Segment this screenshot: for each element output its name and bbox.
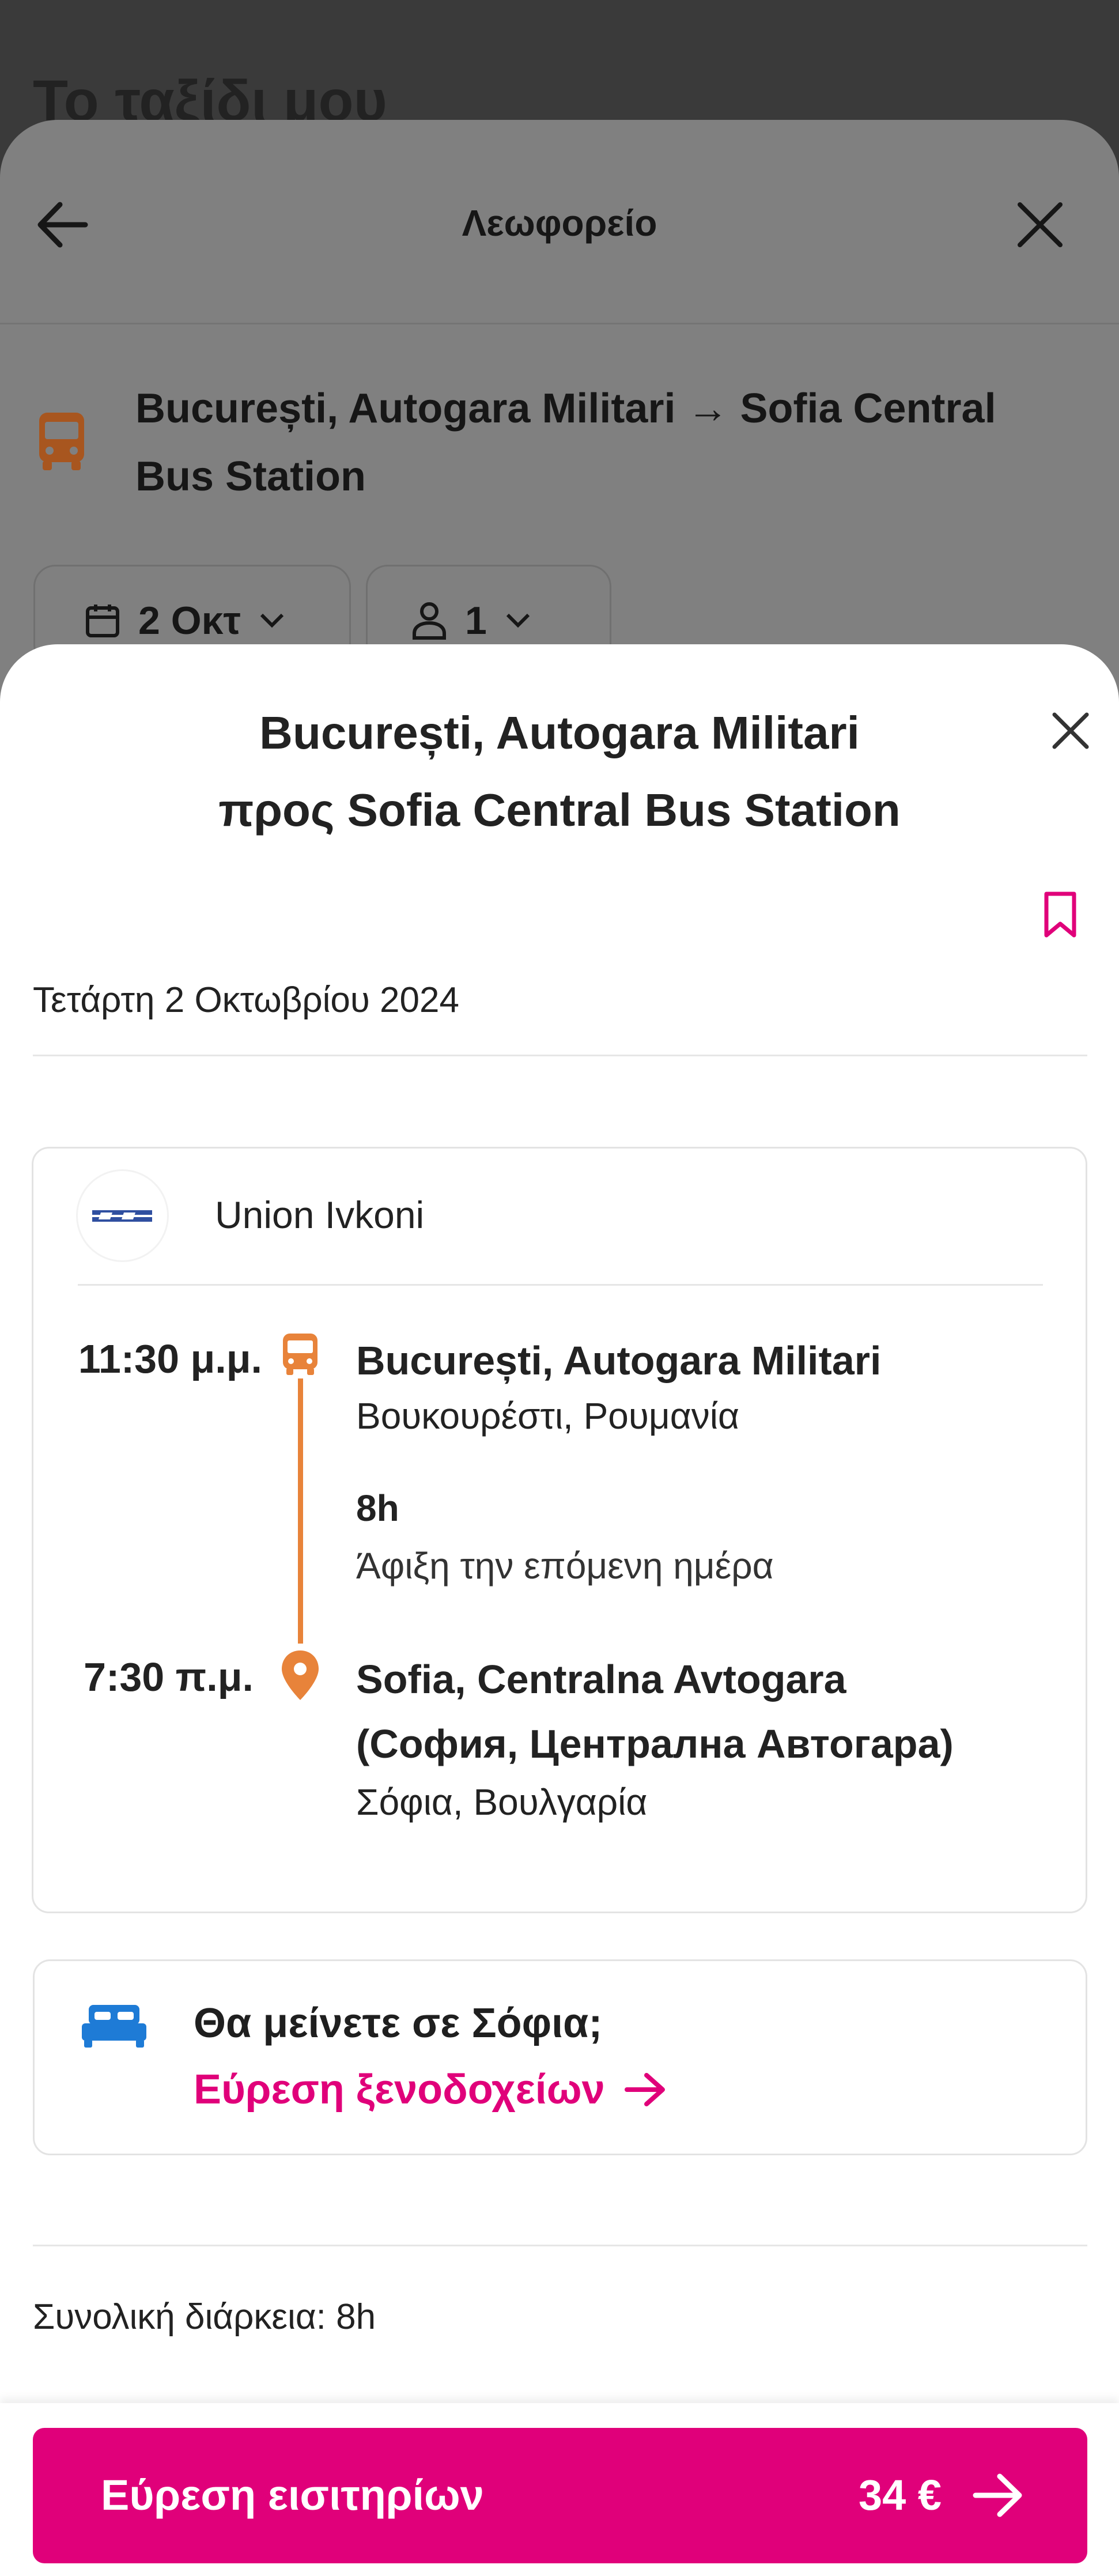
modal-title-line2: προς Sofia Central Bus Station (218, 784, 901, 836)
close-icon[interactable] (1014, 199, 1066, 251)
divider (0, 323, 1119, 324)
divider (78, 1284, 1043, 1286)
location-pin-icon (279, 1648, 322, 1702)
segment-duration: 8h (356, 1487, 399, 1529)
trip-date: Τετάρτη 2 Οκτωβρίου 2024 (33, 980, 459, 1020)
bus-icon (36, 409, 88, 473)
arrow-right-icon (971, 2469, 1026, 2521)
hotel-card[interactable] (33, 1959, 1087, 2155)
arrow-right-icon (624, 2073, 665, 2106)
total-duration: Συνολική διάρκεια: 8h (33, 2297, 376, 2337)
bed-icon (80, 2003, 149, 2049)
operator-logo (78, 1171, 167, 1260)
bus-icon (281, 1331, 320, 1377)
arrival-stop-line2: (София, Централна Автогара) (356, 1721, 954, 1766)
find-hotels-label: Εύρεση ξενοδοχείων (194, 2067, 605, 2113)
departure-city: Βουκουρέστι, Ρουμανία (356, 1395, 739, 1437)
timeline-line (298, 1378, 303, 1644)
person-icon (413, 602, 446, 640)
departure-time: 11:30 μ.μ. (78, 1336, 262, 1381)
arrival-city: Σόφια, Βουλγαρία (356, 1781, 648, 1823)
ticket-price: 34 € (859, 2471, 942, 2519)
find-tickets-label: Εύρεση εισιτηρίων (101, 2471, 484, 2519)
find-hotels-link[interactable]: Εύρεση ξενοδοχείων (194, 2066, 668, 2113)
arrival-stop-line1: Sofia, Centralna Avtogara (356, 1657, 846, 1702)
close-icon[interactable] (1049, 709, 1092, 753)
departure-stop: București, Autogara Militari (356, 1338, 882, 1383)
divider (33, 2245, 1087, 2246)
divider (33, 1055, 1087, 1056)
operator-name: Union Ivkoni (215, 1193, 425, 1236)
sheet-title: Λεωφορείο (462, 202, 657, 244)
chevron-down-icon (506, 613, 530, 628)
calendar-icon (86, 605, 119, 637)
bookmark-icon[interactable] (1042, 890, 1079, 939)
arrival-time: 7:30 π.μ. (84, 1655, 254, 1699)
hotel-question: Θα μείνετε σε Σόφια; (194, 2000, 603, 2046)
date-filter-value: 2 Οκτ (138, 599, 241, 643)
modal-title-line1: București, Autogara Militari (259, 707, 860, 758)
chevron-down-icon (260, 613, 283, 628)
passengers-filter-value: 1 (465, 599, 487, 643)
route-title: București, Autogara Militari → Sofia Cen… (135, 386, 996, 500)
arrival-note: Άφιξη την επόμενη ημέρα (356, 1545, 774, 1587)
arrival-stop: Sofia, Centralna Avtogara (София, Центра… (356, 1647, 1048, 1776)
modal-title: București, Autogara Militari προς Sofia … (144, 694, 975, 849)
